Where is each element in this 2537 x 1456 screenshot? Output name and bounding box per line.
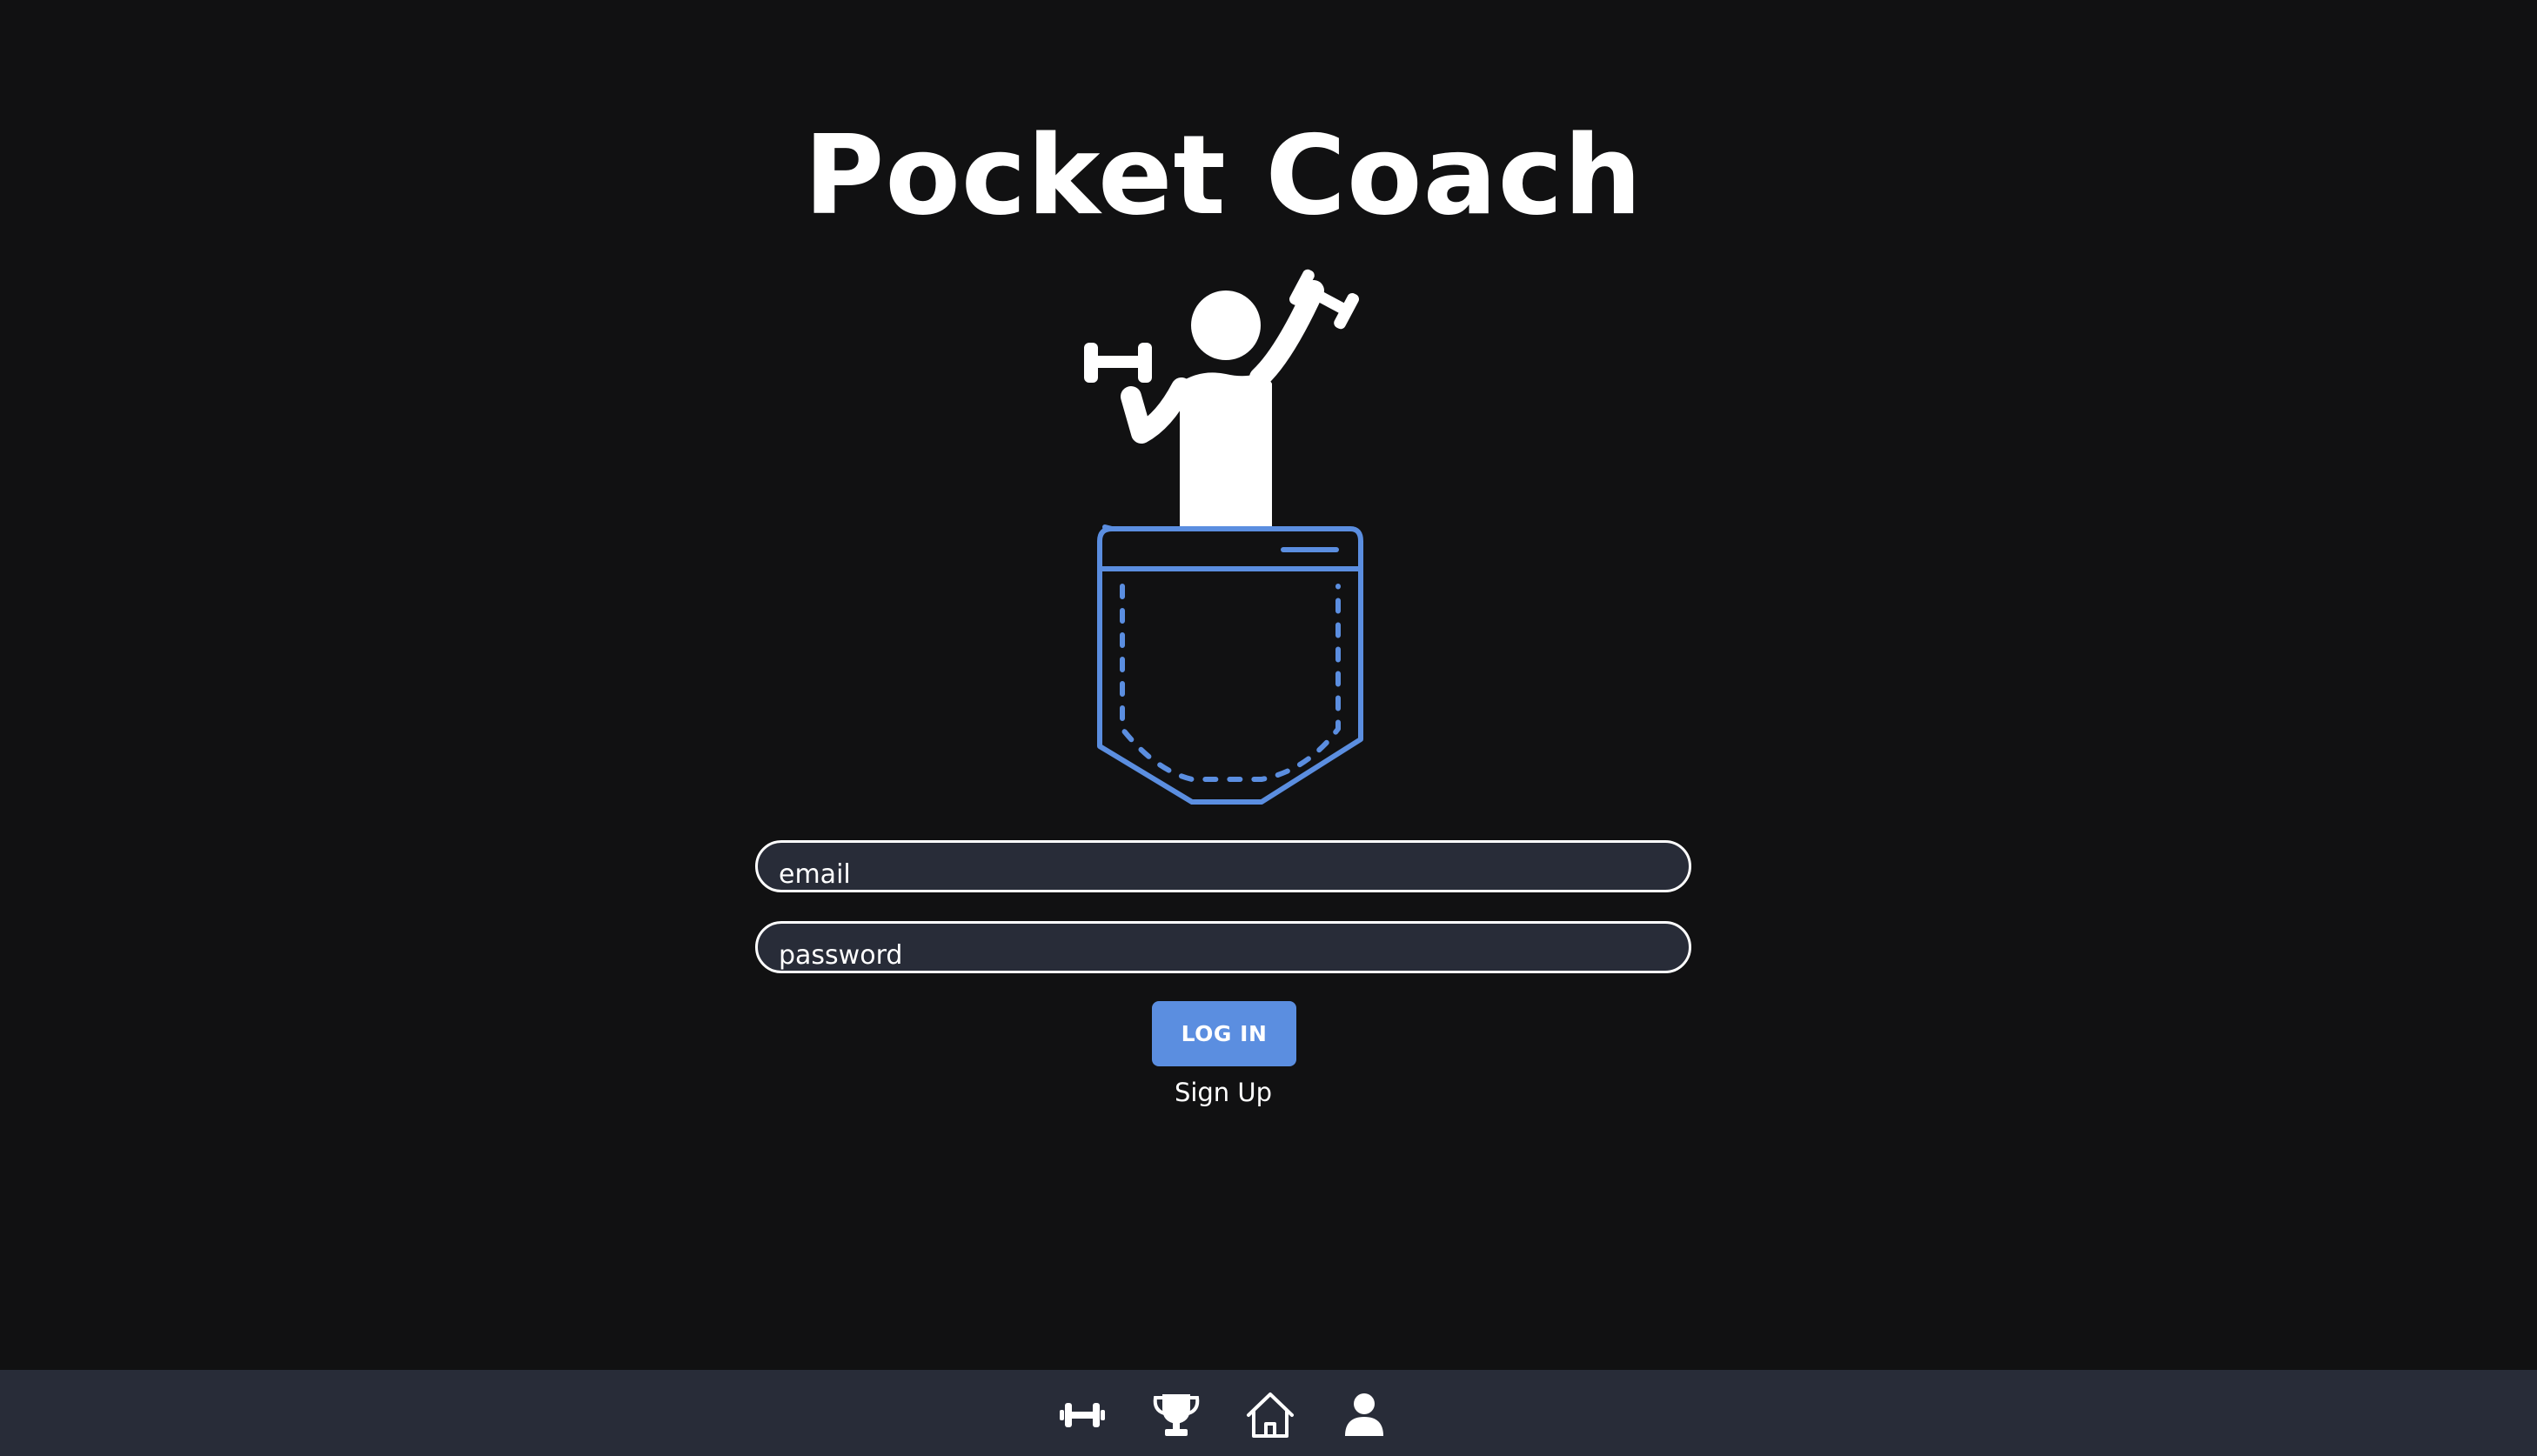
login-button[interactable]: LOG IN	[1152, 1001, 1296, 1066]
nav-home[interactable]	[1244, 1389, 1296, 1441]
app-title: Pocket Coach	[803, 111, 1643, 239]
email-input[interactable]	[755, 840, 1691, 892]
signup-link[interactable]: Sign Up	[0, 1075, 2447, 1110]
password-input[interactable]	[755, 921, 1691, 973]
pocket-icon	[1097, 524, 1363, 805]
bottom-nav	[0, 1370, 2537, 1456]
user-icon	[1345, 1393, 1383, 1436]
weightlifter-icon	[1084, 269, 1359, 527]
pocket-coach-logo	[1084, 269, 1363, 805]
home-icon	[1247, 1393, 1294, 1438]
nav-workouts[interactable]	[1056, 1389, 1108, 1441]
trophy-icon	[1153, 1394, 1200, 1436]
nav-profile[interactable]	[1338, 1389, 1390, 1441]
nav-achievements[interactable]	[1150, 1389, 1202, 1441]
dumbbell-icon	[1060, 1403, 1105, 1427]
